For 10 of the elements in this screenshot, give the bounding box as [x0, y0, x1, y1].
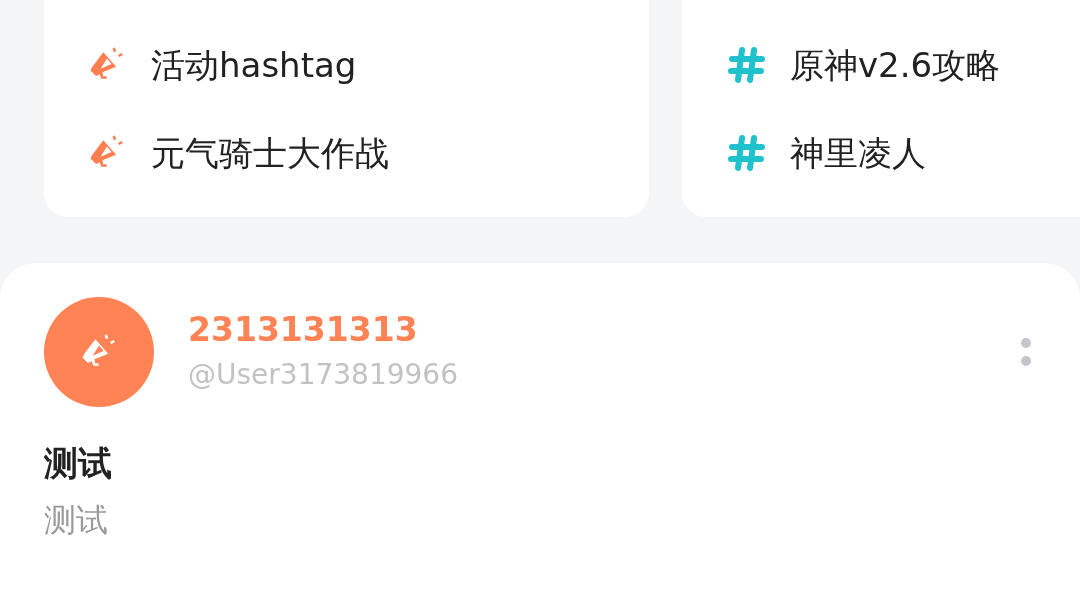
- hashtag-icon: [726, 45, 766, 85]
- author-handle: @User3173819966: [188, 357, 459, 393]
- more-icon[interactable]: [1020, 337, 1032, 367]
- tag-link[interactable]: 原神v2.6攻略: [790, 39, 1001, 91]
- tag-link[interactable]: 活动hashtag: [151, 39, 357, 91]
- tag-link[interactable]: 神里凌人: [790, 127, 926, 179]
- post-title: 测试: [44, 442, 113, 485]
- post-body: 测试: [44, 500, 109, 541]
- hashtag-icon: [726, 133, 766, 173]
- tag-link[interactable]: 元气骑士大作战: [151, 127, 389, 179]
